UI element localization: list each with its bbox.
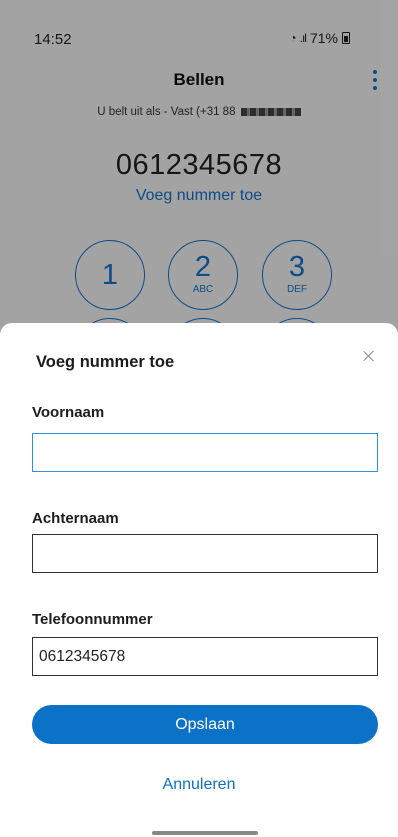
save-button[interactable]: Opslaan <box>32 705 378 744</box>
last-name-label: Achternaam <box>32 510 119 527</box>
home-indicator[interactable] <box>152 831 258 835</box>
first-name-field[interactable] <box>32 433 378 472</box>
phone-field[interactable] <box>32 637 378 676</box>
last-name-field[interactable] <box>32 534 378 573</box>
add-number-sheet: Voeg nummer toe Voornaam Achternaam Tele… <box>0 323 398 837</box>
first-name-label: Voornaam <box>32 404 105 421</box>
cancel-button[interactable]: Annuleren <box>0 776 398 794</box>
close-icon[interactable] <box>360 347 378 365</box>
phone-label: Telefoonnummer <box>32 611 153 628</box>
sheet-title: Voeg nummer toe <box>36 353 175 371</box>
